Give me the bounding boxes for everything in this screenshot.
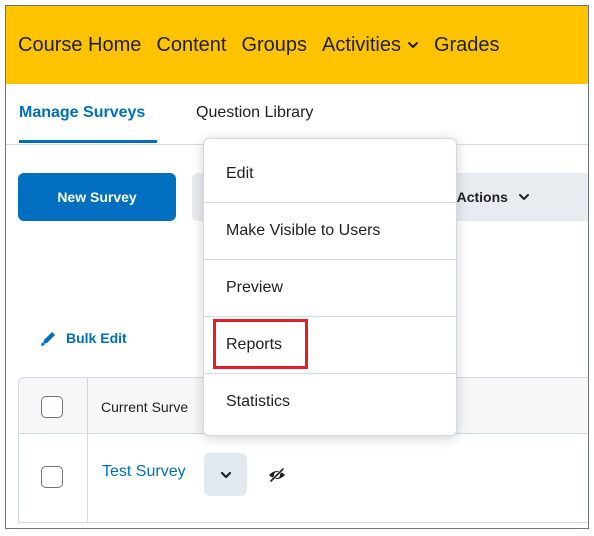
nav-course-home[interactable]: Course Home xyxy=(18,34,141,57)
column-header-current-surveys: Current Surve xyxy=(101,399,189,415)
nav-grades[interactable]: Grades xyxy=(434,34,500,57)
chevron-down-icon xyxy=(518,194,529,200)
chevron-down-icon xyxy=(407,42,418,48)
column-divider xyxy=(87,378,88,433)
menu-item-statistics[interactable]: Statistics xyxy=(204,373,456,430)
eye-slash-icon xyxy=(269,467,285,483)
active-tab-indicator xyxy=(19,140,157,143)
table-row: Test Survey xyxy=(18,433,588,523)
menu-item-make-visible[interactable]: Make Visible to Users xyxy=(204,202,456,259)
row-checkbox[interactable] xyxy=(41,466,63,488)
nav-content[interactable]: Content xyxy=(156,34,226,57)
tab-bar: Manage Surveys Question Library xyxy=(6,84,588,145)
reports-highlight-box xyxy=(213,319,308,369)
course-navbar: Course Home Content Groups Activities Gr… xyxy=(6,6,588,84)
nav-groups[interactable]: Groups xyxy=(241,34,307,57)
survey-actions-dropdown-button[interactable] xyxy=(204,453,247,496)
screenshot-frame: Course Home Content Groups Activities Gr… xyxy=(5,5,589,529)
tab-question-library[interactable]: Question Library xyxy=(196,104,313,122)
survey-link[interactable]: Test Survey xyxy=(102,463,186,481)
column-divider xyxy=(87,433,88,522)
bulk-edit-label: Bulk Edit xyxy=(66,330,127,346)
new-survey-button[interactable]: New Survey xyxy=(18,173,176,221)
select-all-checkbox[interactable] xyxy=(41,396,63,418)
tab-manage-surveys[interactable]: Manage Surveys xyxy=(19,104,145,122)
pencil-icon xyxy=(41,332,55,346)
nav-activities-label: Activities xyxy=(322,33,401,56)
nav-activities[interactable]: Activities xyxy=(322,34,419,57)
bulk-edit-button[interactable]: Bulk Edit xyxy=(40,329,127,347)
menu-item-preview[interactable]: Preview xyxy=(204,259,456,316)
chevron-down-icon xyxy=(220,471,231,478)
menu-item-edit[interactable]: Edit xyxy=(204,145,456,202)
survey-context-menu: Edit Make Visible to Users Preview Repor… xyxy=(203,138,457,436)
